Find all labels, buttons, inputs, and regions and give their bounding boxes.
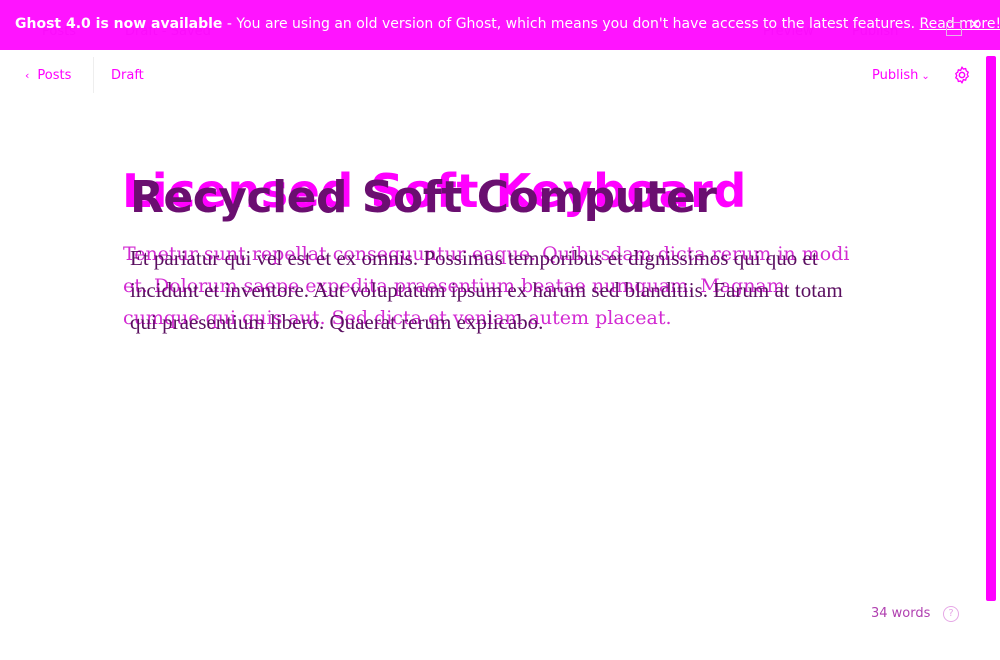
banner-title: Ghost 4.0 is now available: [15, 16, 223, 32]
editor-toolbar: ‹ Posts Draft Publish ⌄: [0, 51, 1000, 99]
help-icon[interactable]: ?: [943, 606, 959, 622]
upgrade-banner: Ghost 4.0 is now available - You are usi…: [0, 0, 1000, 50]
back-to-posts-button[interactable]: ‹ Posts: [25, 68, 71, 83]
post-body[interactable]: Et pariatur qui vel est et ex omnis. Pos…: [130, 242, 870, 338]
close-icon[interactable]: ×: [968, 14, 981, 33]
chevron-down-icon: ⌄: [921, 71, 930, 82]
word-count: 34 words: [871, 606, 931, 621]
banner-text: - You are using an old version of Ghost,…: [222, 16, 920, 32]
scrollbar[interactable]: [986, 56, 996, 601]
banner-message: Ghost 4.0 is now available - You are usi…: [15, 16, 1000, 32]
post-status: Draft: [111, 68, 144, 83]
publish-button[interactable]: Publish ⌄: [872, 68, 930, 83]
publish-label: Publish: [872, 68, 919, 83]
toolbar-divider: [93, 57, 94, 93]
back-label: Posts: [37, 68, 72, 83]
post-title[interactable]: Recycled Soft Computer: [130, 172, 717, 223]
gear-icon[interactable]: [952, 65, 972, 85]
ghost-window-icon: [946, 22, 962, 36]
chevron-left-icon: ‹: [25, 69, 30, 82]
